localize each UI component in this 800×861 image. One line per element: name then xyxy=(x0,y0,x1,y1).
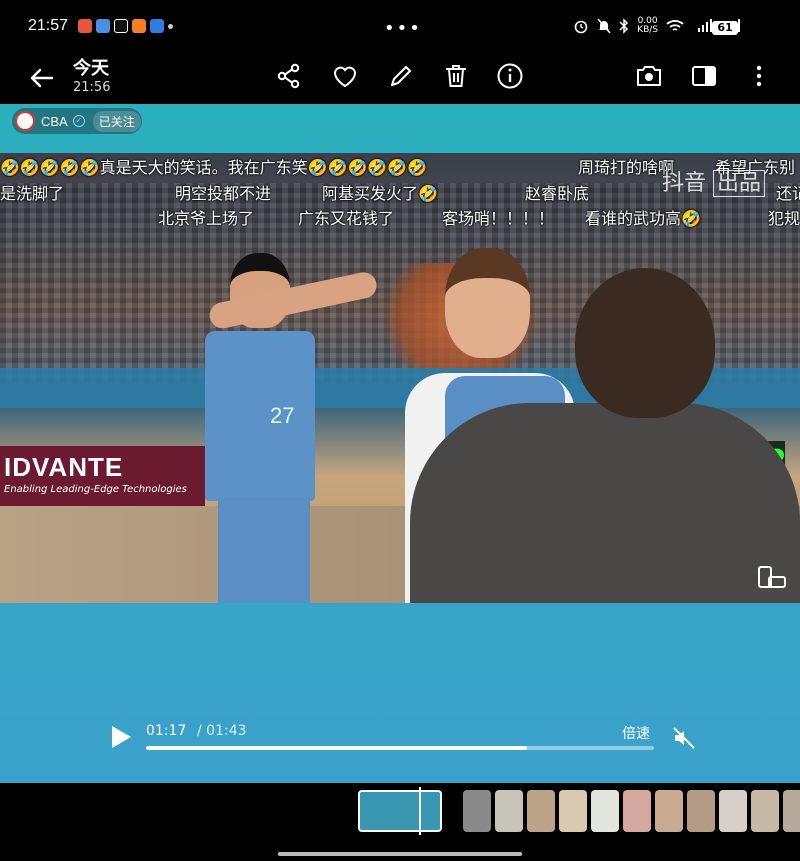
playback-speed-button[interactable]: 倍速 xyxy=(622,723,650,743)
coach-body xyxy=(410,403,800,603)
coach-head xyxy=(575,268,715,418)
progress-bar[interactable] xyxy=(146,746,654,750)
watermark-brand: 抖音 xyxy=(662,171,707,196)
app-notification-icon xyxy=(96,19,111,33)
danmaku-comment: 北京爷上场了 xyxy=(158,209,255,228)
follow-status-button[interactable]: 已关注 xyxy=(92,110,141,132)
ad-board-text: IDVANTE xyxy=(4,452,124,482)
thumbnail[interactable] xyxy=(655,790,683,832)
back-icon[interactable] xyxy=(26,62,58,94)
page-title: 今天 xyxy=(73,58,109,79)
bluetooth-icon xyxy=(619,18,629,34)
danmaku-comment: 🤣🤣🤣🤣🤣真是天大的笑话。我在广东笑🤣🤣🤣🤣🤣🤣 xyxy=(0,158,428,177)
more-notifications-dot-icon xyxy=(168,23,174,29)
jersey-number: 27 xyxy=(270,403,295,428)
alarm-icon xyxy=(574,20,588,34)
danmaku-comment: 是洗脚了 xyxy=(0,184,65,203)
share-icon[interactable] xyxy=(275,62,303,90)
thumbnail[interactable] xyxy=(751,790,779,832)
time-separator: / xyxy=(197,723,207,739)
heart-icon[interactable] xyxy=(331,62,359,90)
thumbnail[interactable] xyxy=(687,790,715,832)
account-name: CBA xyxy=(41,113,68,129)
thumbnail[interactable] xyxy=(783,790,800,832)
split-icon[interactable] xyxy=(690,62,718,90)
ad-board-subtext: Enabling Leading-Edge Technologies xyxy=(4,484,187,495)
info-icon[interactable] xyxy=(496,62,524,90)
watermark-badge: 出品 xyxy=(713,170,766,197)
delete-icon[interactable] xyxy=(442,62,470,90)
progress-fill xyxy=(146,746,527,750)
more-icon[interactable] xyxy=(745,62,773,90)
thumbnail-selected[interactable] xyxy=(358,790,442,832)
player-shorts xyxy=(218,498,310,603)
net-speed-unit: KB/S xyxy=(637,25,658,35)
danmaku-comment: 明空投都不进 xyxy=(175,184,272,203)
player-jersey xyxy=(205,331,315,501)
danmaku-comment: 看谁的武功高🤣 xyxy=(585,209,701,228)
account-chip[interactable]: CBA ✓ 已关注 xyxy=(12,108,142,134)
app-notification-icon xyxy=(150,19,165,33)
total-time: / 01:43 xyxy=(197,723,247,739)
camera-icon[interactable] xyxy=(635,62,663,90)
danmaku-comment: 周琦打的啥啊 xyxy=(578,158,675,177)
danmaku-comment: 客场哨！！！！ xyxy=(442,209,555,228)
wifi-icon xyxy=(666,20,684,31)
mute-icon[interactable] xyxy=(672,726,696,750)
rotate-icon[interactable] xyxy=(757,565,787,589)
thumbnail[interactable] xyxy=(495,790,523,832)
app-notification-icon xyxy=(132,19,147,33)
page-subtitle-time: 21:56 xyxy=(73,80,111,95)
signal-5g-icon xyxy=(698,19,712,32)
notification-icons xyxy=(78,19,174,33)
danmaku-comment: 赵睿卧底 xyxy=(525,184,590,203)
thumbnail[interactable] xyxy=(591,790,619,832)
app-notification-icon xyxy=(78,19,93,33)
danmaku-comment: 阿基买发火了🤣 xyxy=(322,184,438,203)
battery-indicator: 61 xyxy=(712,21,738,35)
home-indicator[interactable] xyxy=(278,852,522,856)
cba-logo-icon xyxy=(15,111,35,131)
filmstrip-cursor xyxy=(419,787,421,835)
thumbnail[interactable] xyxy=(719,790,747,832)
douyin-watermark: 抖音 出品 xyxy=(662,165,766,197)
verified-icon: ✓ xyxy=(72,115,85,127)
danmaku-comment: 还记 xyxy=(776,184,800,203)
top-toolbar: 今天 21:56 xyxy=(0,52,800,104)
total-time-value: 01:43 xyxy=(206,723,247,739)
mute-bell-icon xyxy=(597,18,611,34)
coach-figure xyxy=(400,263,800,603)
thumbnail[interactable] xyxy=(623,790,651,832)
thumbnail[interactable] xyxy=(463,790,491,832)
edit-icon[interactable] xyxy=(387,62,415,90)
status-time: 21:57 xyxy=(28,17,69,34)
net-speed: 0.00 KB/S xyxy=(637,17,658,35)
danmaku-comment: 广东又花钱了 xyxy=(298,209,395,228)
tiktok-notification-icon xyxy=(114,19,129,33)
danmaku-comment: 犯规 xyxy=(768,209,800,228)
current-time: 01:17 xyxy=(146,723,187,739)
thumbnail[interactable] xyxy=(527,790,555,832)
play-icon[interactable] xyxy=(109,724,133,750)
status-center-dots-icon: ••• xyxy=(384,18,422,39)
ad-board: IDVANTE Enabling Leading-Edge Technologi… xyxy=(0,446,205,506)
thumbnail[interactable] xyxy=(559,790,587,832)
